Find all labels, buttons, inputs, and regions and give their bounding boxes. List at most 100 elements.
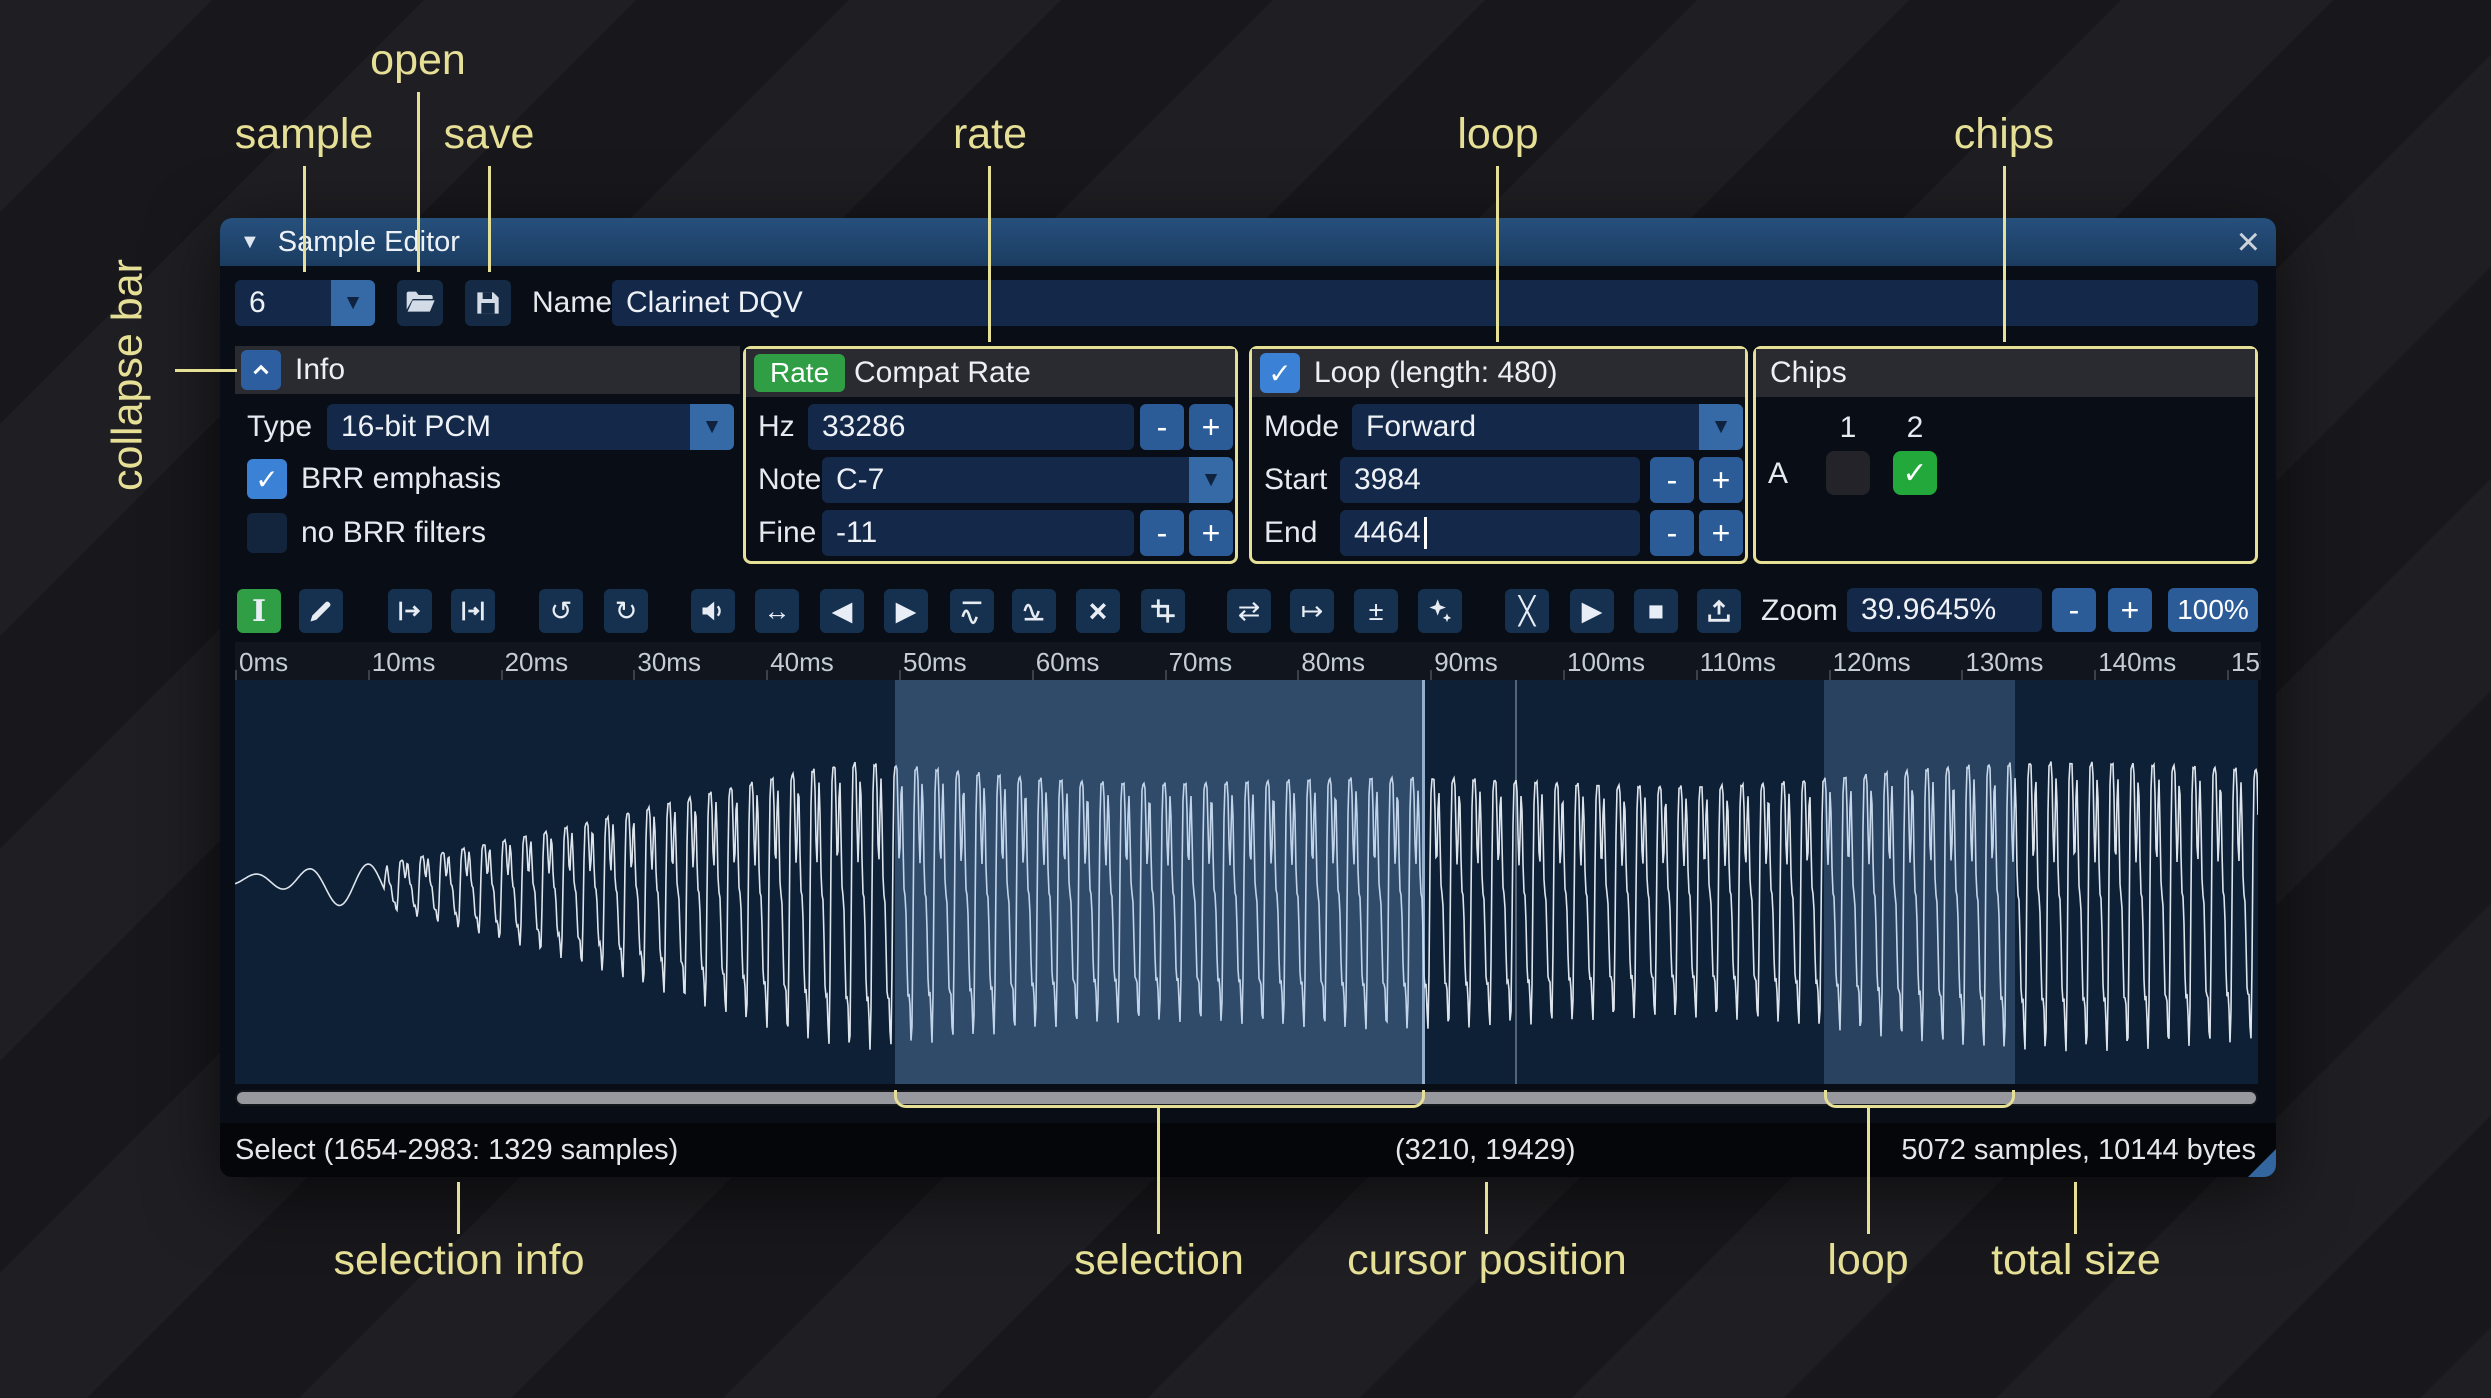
ruler-tick — [1430, 670, 1433, 680]
trim-button[interactable] — [1141, 589, 1185, 633]
type-label: Type — [247, 410, 313, 443]
zoom-minus-button[interactable]: - — [2052, 588, 2096, 632]
chevron-down-icon[interactable]: ▼ — [1189, 457, 1233, 503]
cursor-line — [1515, 680, 1518, 1084]
save-sample-button[interactable] — [465, 280, 511, 326]
hz-label: Hz — [758, 410, 795, 443]
loop-checkbox[interactable]: ✓ — [1260, 353, 1300, 393]
create-wavetable-button[interactable] — [1697, 589, 1741, 633]
open-sample-button[interactable] — [397, 280, 443, 326]
statusbar: Select (1654-2983: 1329 samples) (3210, … — [220, 1123, 2276, 1177]
normalize-button[interactable]: ↔ — [755, 589, 799, 633]
ruler-label: 0ms — [239, 647, 289, 677]
annotation-selection-info: selection info — [333, 1236, 585, 1284]
rate-button[interactable]: Rate — [754, 354, 846, 392]
chip-2-checkbox[interactable]: ✓ — [1893, 451, 1937, 495]
loop-mode-select[interactable]: Forward ▼ — [1352, 404, 1743, 450]
zoom-label: Zoom — [1761, 594, 1838, 627]
brr-emphasis-checkbox[interactable]: ✓ — [247, 459, 287, 499]
note-value: C-7 — [836, 463, 885, 496]
save-icon — [472, 287, 504, 319]
hz-input[interactable]: 33286 — [808, 404, 1134, 450]
crossfade-button[interactable]: ╳ — [1505, 589, 1549, 633]
chevron-down-icon[interactable]: ▼ — [331, 280, 375, 326]
play-icon: ▶ — [1581, 595, 1603, 626]
loop-mode-value: Forward — [1366, 410, 1477, 443]
ruler-label: 120ms — [1832, 647, 1911, 677]
ruler-tick — [367, 670, 370, 680]
name-value: Clarinet DQV — [626, 286, 803, 319]
fade-in-button[interactable]: ◀ — [820, 589, 864, 633]
annotation-selection-line — [1157, 1106, 1160, 1234]
stop-preview-button[interactable]: ■ — [1634, 589, 1678, 633]
chips-panel: Chips 1 2 A ✓ — [1753, 346, 2258, 564]
fine-minus-button[interactable]: - — [1140, 510, 1184, 556]
window-collapse-icon[interactable]: ▼ — [240, 231, 260, 254]
loop-end-input[interactable]: 4464 — [1340, 510, 1640, 556]
undo-button[interactable]: ↺ — [539, 589, 583, 633]
chip-1-checkbox[interactable] — [1826, 451, 1870, 495]
note-select[interactable]: C-7 ▼ — [822, 457, 1233, 503]
preview-button[interactable]: ▶ — [1570, 589, 1614, 633]
chevron-up-icon — [248, 357, 274, 383]
annotation-selection: selection — [1074, 1236, 1244, 1284]
loop-start-input[interactable]: 3984 — [1340, 457, 1640, 503]
zoom-value: 39.9645% — [1861, 593, 1997, 626]
zoom-plus-button[interactable]: + — [2108, 588, 2152, 632]
name-input[interactable]: Clarinet DQV — [612, 280, 2258, 326]
zoom-reset-button[interactable]: 100% — [2168, 588, 2258, 632]
annotation-save: save — [443, 110, 535, 158]
loop-bracket — [1824, 1090, 2015, 1108]
type-select[interactable]: 16-bit PCM ▼ — [327, 404, 734, 450]
edit-mode-draw-button[interactable] — [299, 589, 343, 633]
sign-button[interactable]: ± — [1354, 589, 1398, 633]
fine-plus-button[interactable]: + — [1189, 510, 1233, 556]
loop-start-plus-button[interactable]: + — [1699, 457, 1743, 503]
resample-button[interactable] — [451, 589, 495, 633]
annotation-cursor-position-line — [1485, 1182, 1488, 1234]
sample-number-select[interactable]: 6 ▼ — [235, 280, 375, 326]
no-brr-filters-checkbox[interactable] — [247, 513, 287, 553]
amplify-button[interactable] — [691, 589, 735, 633]
close-icon[interactable]: × — [2237, 222, 2260, 262]
resize-grip[interactable] — [2248, 1149, 2276, 1177]
filter-button[interactable] — [1418, 589, 1462, 633]
redo-button[interactable]: ↻ — [604, 589, 648, 633]
redo-icon: ↻ — [614, 595, 638, 626]
waveform-view[interactable] — [235, 680, 2258, 1084]
apply-silence-button[interactable] — [1012, 589, 1056, 633]
reverse-button[interactable]: ⇄ — [1227, 589, 1271, 633]
loop-start-minus-button[interactable]: - — [1650, 457, 1694, 503]
ruler-label: 50ms — [903, 647, 967, 677]
loop-end-plus-button[interactable]: + — [1699, 510, 1743, 556]
timeline-ruler[interactable]: 0ms 10ms 20ms 30ms 40ms 50ms 60ms 70ms 80ms 90ms 1… — [235, 642, 2261, 680]
check-icon: ✓ — [255, 463, 279, 495]
fine-input[interactable]: -11 — [822, 510, 1134, 556]
loop-panel: ✓ Loop (length: 480) Mode Forward ▼ Star… — [1249, 346, 1748, 564]
edit-mode-select-button[interactable]: I — [237, 589, 281, 633]
fade-out-button[interactable]: ▶ — [884, 589, 928, 633]
loop-end-minus-button[interactable]: - — [1650, 510, 1694, 556]
rate-panel-header: Rate Compat Rate — [746, 349, 1235, 397]
ruler-tick — [2094, 670, 2097, 680]
chevron-down-icon[interactable]: ▼ — [1699, 404, 1743, 450]
chevron-down-icon[interactable]: ▼ — [690, 404, 734, 450]
ruler-label: 80ms — [1301, 647, 1365, 677]
zoom-input[interactable]: 39.9645% — [1847, 588, 2042, 632]
titlebar[interactable]: ▼ Sample Editor — [220, 218, 2276, 266]
loop-end-value: 4464 — [1354, 516, 1421, 549]
compat-rate-label: Compat Rate — [854, 356, 1031, 389]
insert-silence-button[interactable] — [950, 589, 994, 633]
ruler-tick — [1164, 670, 1167, 680]
hz-plus-button[interactable]: + — [1189, 404, 1233, 450]
resize-button[interactable] — [388, 589, 432, 633]
loop-region[interactable] — [1824, 680, 2016, 1084]
rate-panel: Rate Compat Rate Hz 33286 - + Note C-7 ▼… — [743, 346, 1238, 564]
annotation-loop-line — [1496, 166, 1499, 342]
delete-button[interactable]: × — [1076, 589, 1120, 633]
collapse-bar-button[interactable] — [241, 350, 281, 390]
swap-arrows-icon: ⇄ — [1237, 595, 1261, 626]
selection-region[interactable] — [894, 680, 1425, 1084]
hz-minus-button[interactable]: - — [1140, 404, 1184, 450]
invert-button[interactable]: ↦ — [1290, 589, 1334, 633]
